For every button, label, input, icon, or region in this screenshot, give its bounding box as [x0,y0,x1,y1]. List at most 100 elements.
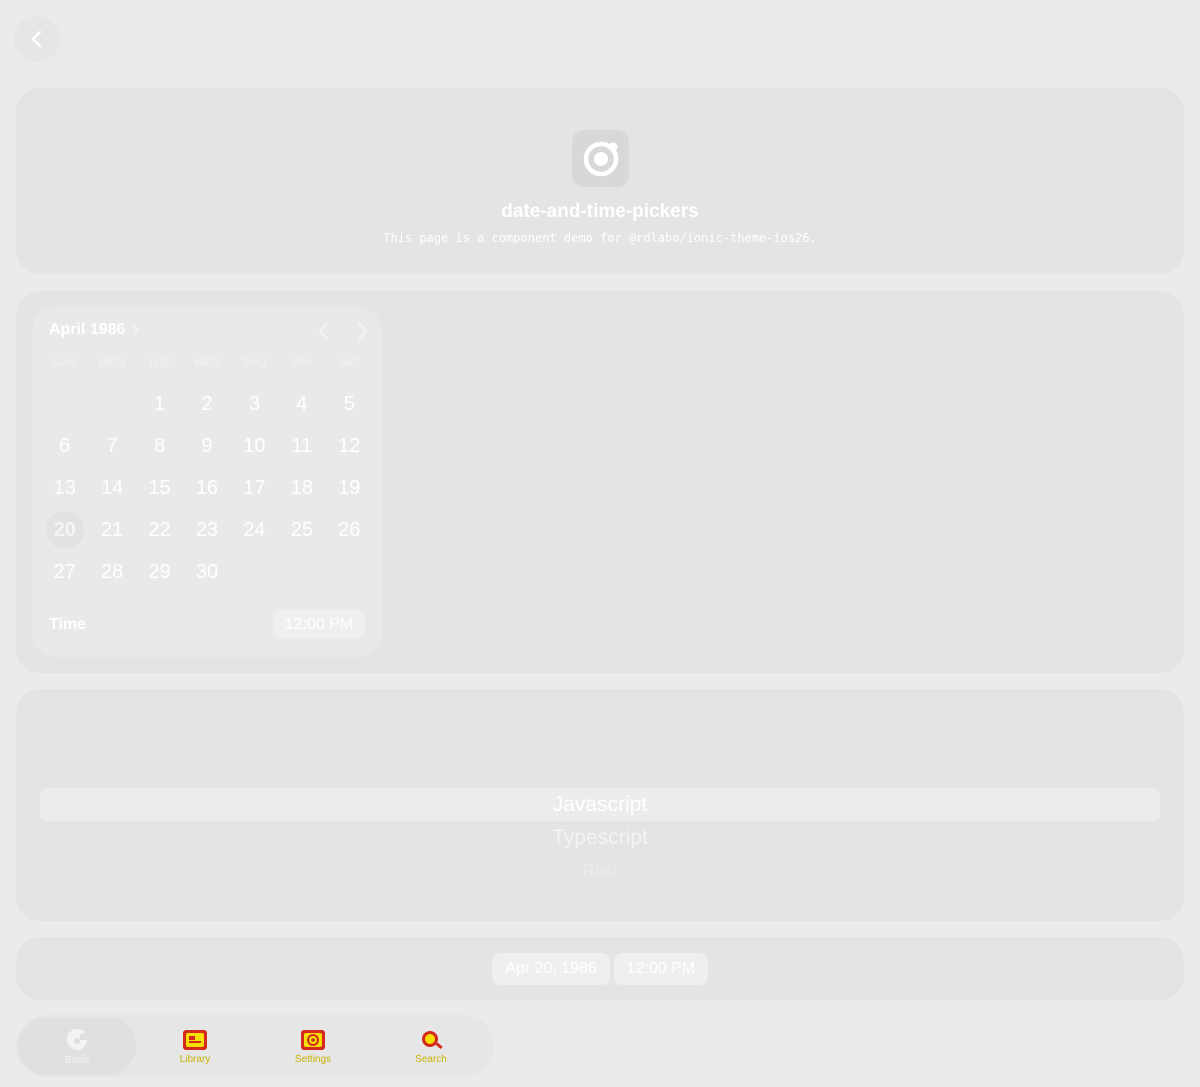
next-month-button[interactable] [350,319,374,343]
day-cell[interactable]: 2 [183,383,230,425]
picker-card: Javascript Typescript Rust [16,689,1184,921]
day-number: 8 [154,434,166,457]
day-cell[interactable]: 3 [231,383,278,425]
tab-basic[interactable]: Basic [18,1017,136,1075]
weekday-label: MON [98,357,126,369]
datetime-buttons-card: Apr 20, 1986 12:00 PM [16,937,1184,1000]
day-number: 24 [243,518,266,541]
chevron-left-icon [31,30,42,48]
weekday-label: TUE [148,357,172,369]
tab-settings[interactable]: Settings [254,1017,372,1075]
day-cell[interactable]: 19 [326,467,373,509]
ionic-logo-icon [572,130,629,187]
time-label: Time [49,616,87,633]
day-number: 9 [201,434,213,457]
day-cell[interactable]: 10 [231,425,278,467]
day-number: 22 [148,518,171,541]
day-number: 13 [53,476,76,499]
chevron-left-icon [319,322,328,340]
weekday-label: SUN [52,357,77,369]
day-cell-selected[interactable]: 20 [41,509,88,551]
day-number: 5 [343,392,355,415]
day-cell[interactable]: 13 [41,467,88,509]
search-icon [422,1030,443,1049]
day-number: 23 [195,518,219,541]
tab-library[interactable]: Library [136,1017,254,1075]
day-cell[interactable]: 1 [136,383,183,425]
tab-search[interactable]: Search [372,1017,490,1075]
day-cell[interactable]: 27 [41,551,88,593]
tab-label: Search [415,1053,447,1065]
day-number: 19 [338,476,361,499]
prev-month-button[interactable] [312,319,336,343]
day-number: 29 [148,560,171,583]
day-cell[interactable]: 23 [183,509,230,551]
picker-column[interactable]: Javascript Typescript Rust [16,788,1184,887]
weekday-label: SAT [338,357,361,369]
day-blank [41,383,88,425]
day-number: 20 [45,511,84,549]
datetime-card: April 1986 SUN MON TUE WED THU FRI SAT 1234567… [16,291,1184,673]
day-cell[interactable]: 24 [231,509,278,551]
day-cell[interactable]: 5 [326,383,373,425]
day-number: 16 [195,476,219,499]
chevron-right-icon [133,325,140,335]
page-title: date-and-time-pickers [501,201,699,222]
day-cell[interactable]: 28 [88,551,135,593]
calendar: April 1986 SUN MON TUE WED THU FRI SAT 1234567… [32,307,382,657]
header-card: date-and-time-pickers This page is a com… [16,88,1184,274]
day-cell[interactable]: 11 [278,425,325,467]
day-cell[interactable]: 29 [136,551,183,593]
weekday-label: WED [193,357,221,369]
day-grid: 1 2 3 4 5 6 7 8 9 10 11 12 13 14 15 16 17 18 19 20 21 22 23 24 2… [41,383,373,593]
back-button[interactable] [14,16,60,62]
tab-bar: Basic Library Settings Search [16,1015,494,1077]
day-cell[interactable]: 7 [88,425,135,467]
day-cell[interactable]: 12 [326,425,373,467]
day-number: 14 [101,476,124,499]
picker-option[interactable]: Rust [16,854,1184,887]
weekday-header: SUN MON TUE WED THU FRI SAT [41,357,373,369]
day-number: 26 [338,518,361,541]
time-button[interactable]: 12:00 PM [614,953,708,985]
day-number: 21 [101,518,124,541]
picker-option[interactable]: Typescript [16,821,1184,854]
ionic-tab-icon [67,1028,87,1050]
day-number: 3 [248,392,260,415]
day-cell[interactable]: 22 [136,509,183,551]
day-cell[interactable]: 30 [183,551,230,593]
tab-label: Library [179,1053,211,1065]
day-cell[interactable]: 26 [326,509,373,551]
settings-icon [301,1029,325,1050]
month-year-button[interactable]: April 1986 [49,321,141,339]
month-year-label: April 1986 [49,321,126,338]
day-number: 28 [101,560,124,583]
day-cell[interactable]: 16 [183,467,230,509]
day-cell[interactable]: 8 [136,425,183,467]
time-chip[interactable]: 12:00 PM [273,610,365,639]
tab-label: Settings [294,1053,332,1065]
day-cell[interactable]: 14 [88,467,135,509]
library-icon [183,1029,207,1050]
weekday-label: THU [242,357,267,369]
day-number: 1 [154,392,166,415]
day-cell[interactable]: 4 [278,383,325,425]
picker-option[interactable]: Javascript [16,788,1184,821]
day-cell[interactable]: 21 [88,509,135,551]
chevron-right-icon [358,322,367,340]
day-cell[interactable]: 9 [183,425,230,467]
tab-label: Basic [64,1054,90,1066]
day-number: 15 [148,476,171,499]
day-cell[interactable]: 17 [231,467,278,509]
day-cell[interactable]: 25 [278,509,325,551]
day-cell[interactable]: 15 [136,467,183,509]
day-cell[interactable]: 6 [41,425,88,467]
day-number: 4 [296,392,308,415]
day-blank [88,383,135,425]
day-number: 7 [106,434,118,457]
date-button[interactable]: Apr 20, 1986 [492,953,610,985]
day-cell[interactable]: 18 [278,467,325,509]
day-number: 27 [53,560,76,583]
day-number: 18 [290,476,313,499]
day-number: 2 [201,392,213,415]
